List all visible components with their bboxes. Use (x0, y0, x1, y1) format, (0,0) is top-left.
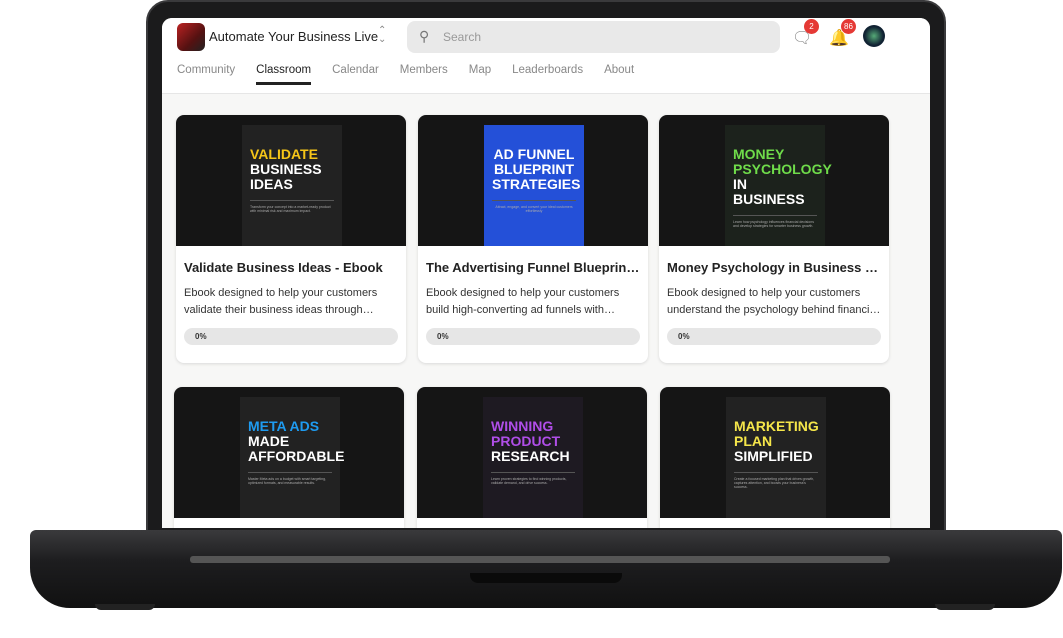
cover-description: Transform your concept into a market-rea… (250, 200, 334, 213)
course-description: Ebook designed to help your customers un… (667, 287, 878, 316)
ebook-cover-image: MONEY PSYCHOLOGY IN BUSINESS Learn how p… (725, 125, 832, 246)
tab-calendar[interactable]: Calendar (332, 64, 379, 85)
header: Automate Your Business Live ⌃ ⌄ ⚲ Search … (162, 18, 930, 94)
course-cover: MARKETING PLAN SIMPLIFIED Create a focus… (660, 387, 890, 518)
laptop-foot (935, 604, 995, 610)
progress-label: 0% (437, 332, 449, 341)
chat-badge: 2 (804, 19, 819, 34)
cover-subtitle: IN BUSINESS (733, 176, 805, 207)
cover-description: Attract, engage, and convert your ideal … (492, 200, 576, 213)
group-name[interactable]: Automate Your Business Live (209, 29, 378, 44)
course-cover: AD FUNNEL BLUEPRINT STRATEGIES Attract, … (418, 115, 648, 246)
course-cover: VALIDATE BUSINESS IDEAS Transform your c… (176, 115, 406, 246)
chevron-up-down-icon[interactable]: ⌃ ⌄ (378, 26, 386, 45)
search-icon: ⚲ (419, 28, 430, 44)
course-card[interactable]: VALIDATE BUSINESS IDEAS Transform your c… (176, 115, 406, 363)
avatar[interactable] (863, 25, 885, 47)
cover-description: Learn how psychology influences financia… (733, 215, 817, 228)
cover-title: META ADS (248, 418, 320, 434)
progress-bar: 0% (667, 328, 881, 345)
course-cover: MONEY PSYCHOLOGY IN BUSINESS Learn how p… (659, 115, 889, 246)
notification-badge: 86 (841, 19, 856, 34)
cover-subtitle: MADE AFFORDABLE (248, 433, 345, 464)
cover-title: MONEY PSYCHOLOGY (733, 146, 832, 177)
course-title[interactable]: Money Psychology in Business - Ebook (667, 260, 881, 275)
course-description: Ebook designed to help your customers va… (184, 287, 378, 316)
tab-leaderboards[interactable]: Leaderboards (512, 64, 583, 85)
course-card[interactable]: MONEY PSYCHOLOGY IN BUSINESS Learn how p… (659, 115, 889, 363)
progress-bar: 0% (426, 328, 640, 345)
cover-title: AD FUNNEL (493, 146, 575, 162)
tab-members[interactable]: Members (400, 64, 448, 85)
group-logo[interactable] (177, 23, 205, 51)
cover-title: WINNING PRODUCT (491, 418, 561, 449)
cover-subtitle: BUSINESS IDEAS (250, 161, 322, 192)
screen: Automate Your Business Live ⌃ ⌄ ⚲ Search … (162, 18, 930, 528)
tab-community[interactable]: Community (177, 64, 235, 85)
ebook-cover-image: WINNING PRODUCT RESEARCH Learn proven st… (483, 397, 583, 518)
tab-map[interactable]: Map (469, 64, 491, 85)
progress-label: 0% (678, 332, 690, 341)
notifications-button[interactable]: 🔔 86 (829, 19, 856, 48)
progress-bar: 0% (184, 328, 398, 345)
course-card[interactable]: AD FUNNEL BLUEPRINT STRATEGIES Attract, … (418, 115, 648, 363)
ebook-cover-image: VALIDATE BUSINESS IDEAS Transform your c… (242, 125, 342, 246)
search-input[interactable]: ⚲ Search (407, 21, 780, 53)
course-card[interactable]: META ADS MADE AFFORDABLE Master Meta ads… (174, 387, 404, 528)
laptop-notch (470, 573, 622, 583)
cover-description: Create a focused marketing plan that dri… (734, 472, 818, 489)
course-card[interactable]: WINNING PRODUCT RESEARCH Learn proven st… (417, 387, 647, 528)
course-cover: META ADS MADE AFFORDABLE Master Meta ads… (174, 387, 404, 518)
cover-subtitle: BLUEPRINT STRATEGIES (492, 161, 581, 192)
course-cover: WINNING PRODUCT RESEARCH Learn proven st… (417, 387, 647, 518)
course-description: Ebook designed to help your customers bu… (426, 287, 620, 316)
course-card[interactable]: MARKETING PLAN SIMPLIFIED Create a focus… (660, 387, 890, 528)
ebook-cover-image: MARKETING PLAN SIMPLIFIED Create a focus… (726, 397, 826, 518)
cover-title: MARKETING PLAN (734, 418, 819, 449)
chat-button[interactable]: 🗨 2 (792, 19, 819, 48)
tab-about[interactable]: About (604, 64, 634, 85)
laptop-foot (95, 604, 155, 610)
cover-description: Learn proven strategies to find winning … (491, 472, 575, 485)
ebook-cover-image: AD FUNNEL BLUEPRINT STRATEGIES Attract, … (484, 125, 584, 246)
progress-label: 0% (195, 332, 207, 341)
course-title[interactable]: The Advertising Funnel Blueprint - Ebook (426, 260, 640, 275)
cover-title: VALIDATE (250, 146, 318, 162)
cover-description: Master Meta ads on a budget with smart t… (248, 472, 332, 485)
search-placeholder: Search (443, 30, 482, 44)
laptop-keyboard (190, 556, 890, 563)
cover-subtitle: SIMPLIFIED (734, 448, 813, 464)
tab-classroom[interactable]: Classroom (256, 64, 311, 85)
cover-subtitle: RESEARCH (491, 448, 570, 464)
laptop-base (30, 530, 1062, 608)
nav-tabs: Community Classroom Calendar Members Map… (177, 64, 655, 85)
ebook-cover-image: META ADS MADE AFFORDABLE Master Meta ads… (240, 397, 345, 518)
course-title[interactable]: Validate Business Ideas - Ebook (184, 260, 398, 275)
